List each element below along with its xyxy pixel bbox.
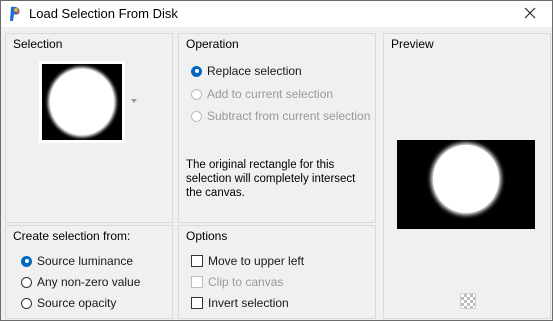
selection-thumbnail[interactable] <box>39 61 125 143</box>
radio-add-to-selection[interactable]: Add to current selection <box>191 85 333 103</box>
radio-subtract-selection[interactable]: Subtract from current selection <box>191 107 370 125</box>
radio-any-nonzero[interactable]: Any non-zero value <box>21 273 140 291</box>
close-button[interactable] <box>508 1 552 27</box>
window-title: Load Selection From Disk <box>29 6 178 21</box>
transparency-toggle-icon[interactable] <box>460 293 476 309</box>
radio-source-opacity[interactable]: Source opacity <box>21 294 116 312</box>
title-bar: Load Selection From Disk <box>1 1 552 27</box>
chevron-down-icon[interactable] <box>131 99 137 103</box>
paintshop-icon <box>7 5 23 23</box>
checkbox-clip-to-canvas[interactable]: Clip to canvas <box>191 273 283 291</box>
preview-title: Preview <box>391 37 434 51</box>
operation-title: Operation <box>186 37 239 51</box>
radio-replace-selection[interactable]: Replace selection <box>191 62 302 80</box>
checkbox-invert-selection[interactable]: Invert selection <box>191 294 289 312</box>
checkbox-move-upper-left[interactable]: Move to upper left <box>191 252 304 270</box>
radio-source-luminance[interactable]: Source luminance <box>21 252 133 270</box>
operation-note: The original rectangle for this selectio… <box>186 159 356 199</box>
selection-title: Selection <box>13 37 63 51</box>
close-icon <box>524 7 536 22</box>
dialog-window: Load Selection From Disk Selection Opera… <box>0 0 553 321</box>
options-title: Options <box>186 229 228 243</box>
preview-image <box>397 140 535 229</box>
create-from-title: Create selection from: <box>13 229 131 243</box>
